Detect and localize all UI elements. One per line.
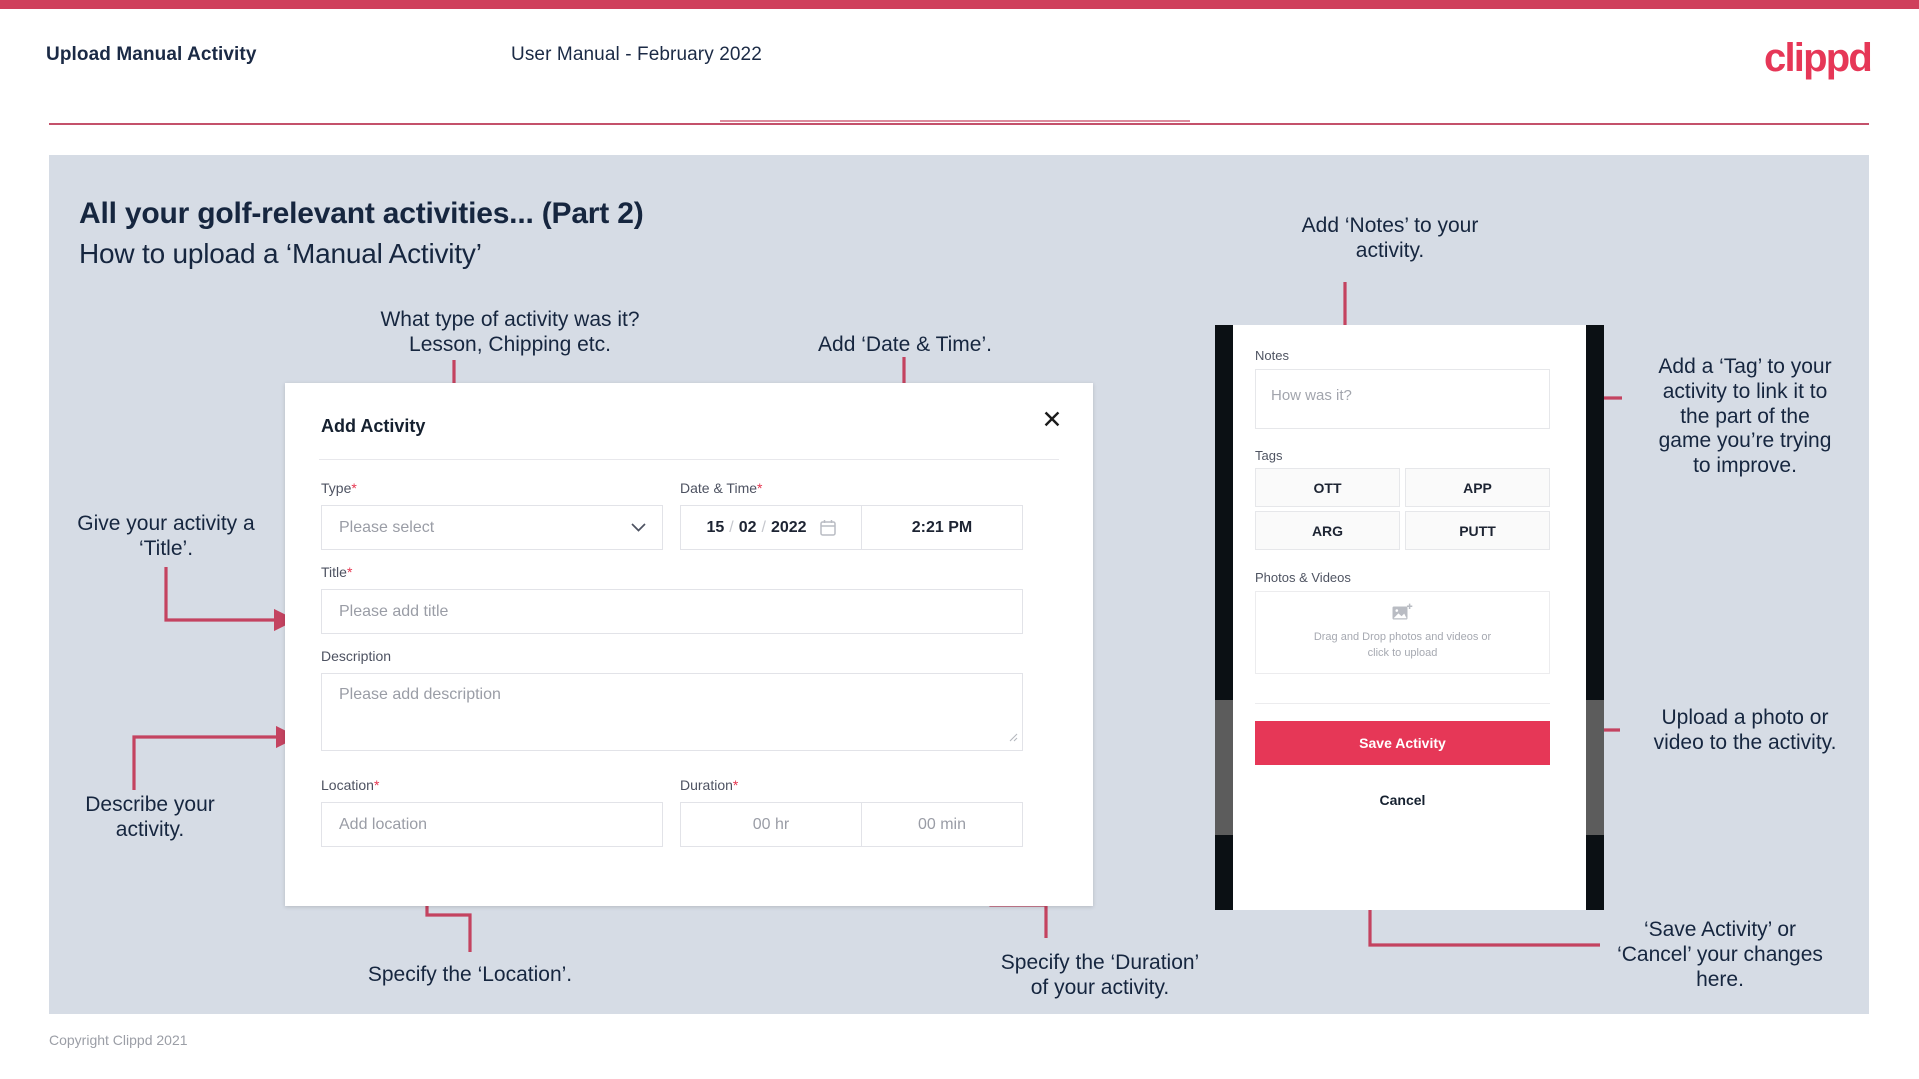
datetime-label-text: Date & Time <box>680 480 758 496</box>
tag-ott[interactable]: OTT <box>1255 468 1400 507</box>
annotation-title: Give your activity a ‘Title’. <box>77 512 255 560</box>
title-input[interactable]: Please add title <box>321 589 1023 634</box>
dropzone-text: Drag and Drop photos and videos or click… <box>1314 630 1491 662</box>
mobile-device-mockup: Notes How was it? Tags OTT APP ARG PUTT … <box>1215 325 1604 910</box>
location-label: Location* <box>321 777 379 793</box>
dropzone-line-1: Drag and Drop photos and videos or <box>1313 631 1492 644</box>
add-image-icon <box>1392 603 1413 622</box>
annotation-datetime: Add ‘Date & Time’. <box>818 333 992 356</box>
annotation-type: What type of activity was it? Lesson, Ch… <box>380 308 640 356</box>
location-placeholder: Add location <box>339 815 428 833</box>
page-title: Upload Manual Activity <box>46 44 257 65</box>
page-subtitle: User Manual - February 2022 <box>511 44 762 65</box>
tag-putt[interactable]: PUTT <box>1405 511 1550 550</box>
date-month: 02 <box>738 518 757 536</box>
type-required-mark: * <box>351 480 357 496</box>
duration-hours-placeholder: 00 hr <box>752 815 790 833</box>
resize-handle-icon[interactable] <box>1007 729 1018 747</box>
dropzone-line-2: click to upload <box>1367 647 1438 659</box>
annotation-describe: Describe your activity. <box>85 793 215 841</box>
tags-label: Tags <box>1255 448 1283 463</box>
duration-hours-input[interactable]: 00 hr <box>680 802 862 847</box>
clippd-logo: clippd <box>1764 36 1873 80</box>
title-placeholder: Please add title <box>339 602 449 620</box>
duration-label-text: Duration <box>680 777 733 793</box>
mobile-divider <box>1255 703 1550 704</box>
device-bezel-left-segment <box>1215 700 1233 835</box>
slide-heading: All your golf-relevant activities... (Pa… <box>79 197 644 230</box>
title-label: Title* <box>321 564 352 580</box>
title-label-text: Title <box>321 564 347 580</box>
close-icon[interactable]: ✕ <box>1037 405 1067 435</box>
chevron-down-icon <box>631 519 646 537</box>
duration-label: Duration* <box>680 777 738 793</box>
duration-minutes-placeholder: 00 min <box>917 815 967 833</box>
date-input[interactable]: 15 / 02 / 2022 <box>680 505 862 550</box>
date-sep-1: / <box>729 518 734 536</box>
header-divider-highlight <box>720 120 1190 122</box>
slide-subheading: How to upload a ‘Manual Activity’ <box>79 238 482 269</box>
type-label: Type* <box>321 480 357 496</box>
save-activity-button[interactable]: Save Activity <box>1255 721 1550 765</box>
device-bezel-right-segment <box>1586 700 1604 835</box>
annotation-upload: Upload a photo or video to the activity. <box>1653 706 1837 754</box>
modal-divider <box>319 459 1059 460</box>
add-activity-modal: Add Activity ✕ Type* Please select Date … <box>285 383 1093 906</box>
datetime-label: Date & Time* <box>680 480 762 496</box>
type-select-placeholder: Please select <box>339 518 435 536</box>
duration-minutes-input[interactable]: 00 min <box>862 802 1023 847</box>
date-day: 15 <box>706 518 725 536</box>
top-accent-strip <box>0 0 1919 9</box>
description-textarea[interactable]: Please add description <box>321 673 1023 751</box>
annotation-duration: Specify the ‘Duration’ of your activity. <box>1000 951 1200 999</box>
datetime-required-mark: * <box>757 480 763 496</box>
mobile-screen: Notes How was it? Tags OTT APP ARG PUTT … <box>1233 325 1586 910</box>
annotation-location: Specify the ‘Location’. <box>367 963 573 986</box>
annotation-tag: Add a ‘Tag’ to your activity to link it … <box>1658 355 1832 478</box>
time-input[interactable]: 2:21 PM <box>862 505 1023 550</box>
date-year: 2022 <box>770 518 807 536</box>
type-select[interactable]: Please select <box>321 505 663 550</box>
annotation-save: ‘Save Activity’ or ‘Cancel’ your changes… <box>1617 918 1823 991</box>
duration-required-mark: * <box>732 777 739 793</box>
photo-dropzone[interactable]: Drag and Drop photos and videos or click… <box>1255 591 1550 674</box>
annotation-notes: Add ‘Notes’ to your activity. <box>1301 214 1479 262</box>
tag-arg[interactable]: ARG <box>1255 511 1400 550</box>
cancel-button[interactable]: Cancel <box>1255 785 1550 815</box>
date-sep-2: / <box>761 518 766 536</box>
location-input[interactable]: Add location <box>321 802 663 847</box>
slide-page: Upload Manual Activity User Manual - Feb… <box>0 0 1919 1079</box>
time-value: 2:21 PM <box>911 518 973 536</box>
tag-app[interactable]: APP <box>1405 468 1550 507</box>
description-placeholder: Please add description <box>339 686 501 703</box>
modal-title: Add Activity <box>321 416 426 436</box>
calendar-icon[interactable] <box>819 519 836 536</box>
type-label-text: Type <box>321 480 352 496</box>
title-required-mark: * <box>346 564 353 580</box>
location-required-mark: * <box>373 777 380 793</box>
location-label-text: Location <box>321 777 374 793</box>
description-label: Description <box>321 648 391 664</box>
description-label-text: Description <box>321 648 392 664</box>
notes-placeholder: How was it? <box>1271 387 1352 404</box>
photos-label: Photos & Videos <box>1255 570 1351 585</box>
footer-copyright: Copyright Clippd 2021 <box>49 1032 188 1048</box>
notes-label: Notes <box>1255 348 1289 363</box>
header-divider <box>49 123 1869 125</box>
